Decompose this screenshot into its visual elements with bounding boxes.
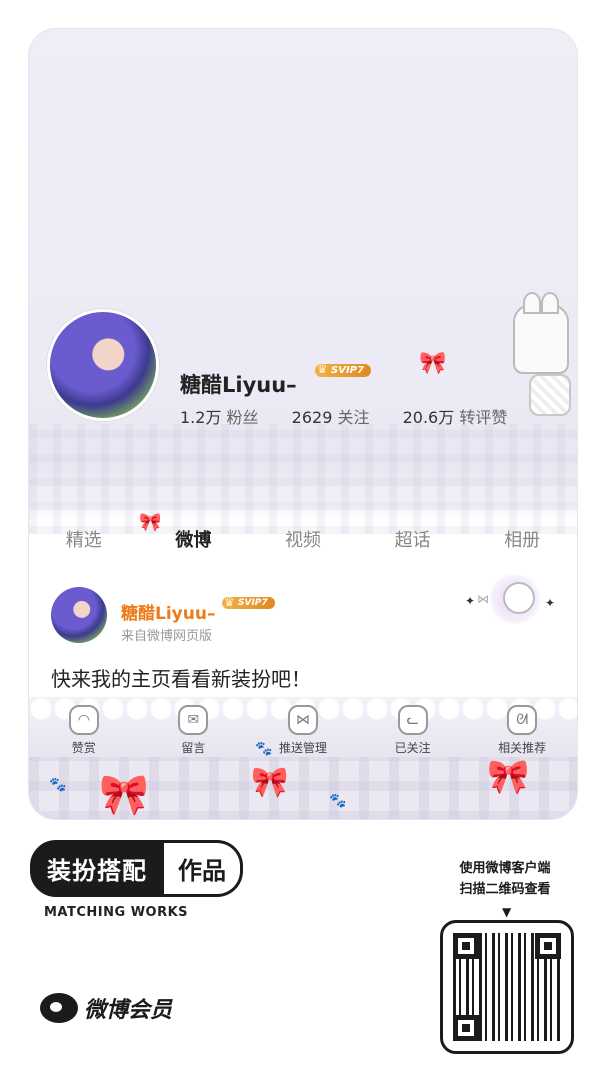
stat-likes-label: 转评赞 [459, 408, 508, 427]
badge-dark-text: 装扮搭配 [30, 839, 164, 897]
post-avatar[interactable] [51, 587, 107, 643]
action-reward[interactable]: ◠ 赞赏 [34, 705, 134, 756]
tab-video-label: 视频 [284, 530, 321, 551]
qr-hint-line1: 使用微博客户端 [459, 861, 551, 876]
action-message-label: 留言 [181, 741, 206, 755]
action-push-settings-label: 推送管理 [278, 741, 327, 755]
matching-works-badge: 装扮搭配 作品 [30, 839, 243, 897]
bow-decoration-icon: 🎀 [419, 351, 447, 376]
tab-album[interactable]: 相册 [496, 522, 548, 556]
stat-likes-value: 20.6万 [402, 408, 455, 427]
action-push-settings[interactable]: ⋈ 推送管理 [253, 705, 353, 756]
stat-following-value: 2629 [291, 408, 333, 427]
bow-decoration-icon: 🎀 [487, 757, 530, 797]
bow-decoration-icon: 🎀 [99, 772, 149, 818]
svip-badge[interactable]: SVIP7 [315, 362, 371, 377]
cat-icon: ᓚ [397, 705, 428, 735]
post-username[interactable]: 糖醋Liyuu– [121, 599, 215, 624]
post-text: 快来我的主页看看新装扮吧！ [51, 667, 311, 691]
tab-video[interactable]: 视频 [277, 522, 329, 556]
post-source: 来自微博网页版 [121, 629, 213, 644]
weibo-vip-brand: 微博会员 [40, 992, 172, 1024]
brand-text: 微博会员 [84, 998, 173, 1023]
stat-following[interactable]: 2629 关注 [292, 404, 370, 428]
tab-supertopic-label: 超话 [394, 530, 431, 551]
profile-username[interactable]: 糖醋Liyuu– [180, 369, 297, 399]
stat-following-label: 关注 [337, 408, 370, 427]
bunny-sticker-icon [513, 292, 569, 374]
bag-sticker-icon [529, 374, 571, 416]
tab-bow-icon: 🎀 [139, 512, 162, 533]
badge-light-text: 作品 [164, 839, 243, 897]
qr-finder [453, 933, 479, 959]
weibo-logo-icon [40, 993, 78, 1023]
action-message[interactable]: ✉ 留言 [143, 705, 243, 756]
action-recommend-label: 相关推荐 [498, 741, 547, 755]
action-following[interactable]: ᓚ 已关注 [363, 705, 463, 756]
qr-code [453, 933, 561, 1041]
sparkle-icon: ✦ [545, 596, 556, 610]
profile-avatar[interactable] [47, 309, 159, 421]
action-following-label: 已关注 [394, 741, 431, 755]
paw-icon: 🐾 [49, 777, 67, 793]
stat-likes[interactable]: 20.6万 转评赞 [403, 404, 508, 428]
profile-tabs: 精选 🎀 微博 视频 超话 相册 [29, 512, 577, 559]
tab-featured-label: 精选 [65, 530, 102, 551]
profile-card: 糖醋Liyuu– SVIP7 1.2万 粉丝 2629 关注 20.6万 转评赞… [28, 28, 578, 820]
tab-weibo-label: 微博 [175, 530, 212, 551]
tab-supertopic[interactable]: 超话 [387, 522, 439, 556]
tab-weibo[interactable]: 🎀 微博 [139, 512, 219, 556]
stat-followers-value: 1.2万 [180, 408, 222, 427]
qr-finder [453, 1015, 479, 1041]
post-actions: ◠ 赞赏 ✉ 留言 ⋈ 推送管理 ᓚ 已关注 ᘛ 相关推荐 [29, 705, 577, 756]
bag-icon: ◠ [68, 705, 99, 735]
bunny-icon: ᘛ [507, 705, 538, 735]
tab-featured[interactable]: 精选 [58, 522, 110, 556]
action-reward-label: 赞赏 [71, 741, 96, 755]
cat-sticker-icon: ✦ ✦ ⋈ [465, 574, 555, 630]
profile-stats: 1.2万 粉丝 2629 关注 20.6万 转评赞 [180, 404, 535, 428]
plaid-background [29, 424, 577, 534]
bow-small-icon: ⋈ [477, 592, 489, 606]
tab-album-label: 相册 [504, 530, 541, 551]
paw-icon: 🐾 [329, 793, 347, 809]
cat-face-icon [503, 582, 535, 614]
post-svip-badge[interactable]: SVIP7 [222, 595, 275, 609]
arrow-down-icon: ▼ [502, 905, 512, 919]
sparkle-icon: ✦ [465, 594, 476, 608]
stat-followers-label: 粉丝 [226, 408, 259, 427]
qr-finder [535, 933, 561, 959]
qr-hint-line2: 扫描二维码查看 [459, 882, 551, 897]
action-recommend[interactable]: ᘛ 相关推荐 [472, 705, 572, 756]
envelope-icon: ✉ [178, 705, 209, 735]
matching-works-subtitle: MATCHING WORKS [44, 905, 189, 920]
bow-decoration-icon: 🎀 [251, 765, 289, 800]
stat-followers[interactable]: 1.2万 粉丝 [180, 404, 259, 428]
bow-icon: ⋈ [287, 705, 318, 735]
qr-hint: 使用微博客户端 扫描二维码查看 [430, 858, 580, 900]
qr-code-frame [440, 920, 574, 1054]
